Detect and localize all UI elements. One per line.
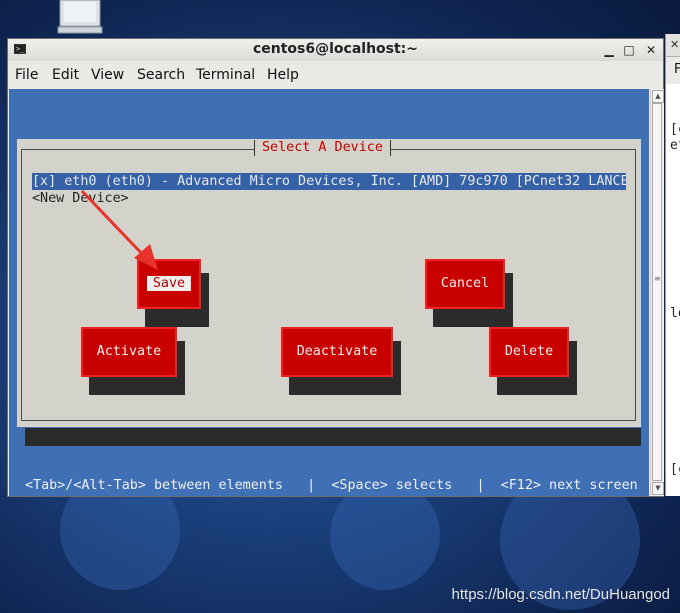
save-button-label: Save (146, 276, 192, 291)
scroll-up-arrow-icon[interactable]: ▲ (652, 90, 664, 103)
dialog-shadow (25, 428, 641, 446)
menu-bar: File Edit View Search Terminal Help (8, 61, 663, 90)
menu-view[interactable]: View (91, 61, 124, 89)
background-terminal-line: [c (670, 462, 680, 477)
cancel-button-face: Cancel (425, 259, 505, 309)
close-button[interactable]: ✕ (642, 41, 660, 59)
background-terminal-line: et (670, 138, 680, 153)
maximize-button[interactable]: □ (620, 41, 638, 59)
window-titlebar[interactable]: >_ centos6@localhost:~ ▁ □ ✕ (8, 39, 663, 62)
scrollbar-thumb[interactable] (652, 103, 662, 481)
cancel-button-label: Cancel (440, 276, 490, 291)
menu-edit[interactable]: Edit (52, 61, 79, 89)
background-terminal-area: [c et lo [c (666, 84, 680, 496)
scrollbar-grip-icon: ≡ (654, 274, 661, 283)
delete-button[interactable]: Delete (489, 327, 577, 395)
save-button[interactable]: Save (137, 259, 209, 327)
save-button-face: Save (137, 259, 201, 309)
computer-desktop-icon[interactable] (56, 0, 104, 34)
activate-button[interactable]: Activate (81, 327, 185, 395)
select-device-dialog: Select A Device [x] eth0 (eth0) - Advanc… (17, 139, 641, 427)
terminal-content[interactable]: Select A Device [x] eth0 (eth0) - Advanc… (9, 89, 649, 496)
minimize-button[interactable]: ▁ (600, 41, 618, 59)
delete-button-face: Delete (489, 327, 569, 377)
activate-button-face: Activate (81, 327, 177, 377)
device-list-item-new-device[interactable]: <New Device> (32, 190, 129, 207)
keyboard-help-line: <Tab>/<Alt-Tab> between elements | <Spac… (25, 478, 638, 493)
dialog-title: Select A Device (254, 139, 391, 157)
background-terminal-line: lo (670, 306, 680, 321)
background-window-menubar[interactable]: F (666, 57, 680, 83)
menu-file[interactable]: File (15, 61, 38, 89)
watermark-text: https://blog.csdn.net/DuHuangod (451, 586, 670, 603)
vertical-scrollbar[interactable]: ▲ ≡ ▼ (650, 89, 664, 496)
device-list-item-eth0[interactable]: [x] eth0 (eth0) - Advanced Micro Devices… (32, 173, 626, 190)
window-title: centos6@localhost:~ (252, 41, 419, 57)
scroll-down-arrow-icon[interactable]: ▼ (652, 482, 664, 495)
menu-search[interactable]: Search (137, 61, 185, 89)
menu-help[interactable]: Help (267, 61, 299, 89)
background-terminal-window[interactable]: ✕ F [c et lo [c (665, 34, 680, 496)
deactivate-button[interactable]: Deactivate (281, 327, 401, 395)
device-list[interactable]: [x] eth0 (eth0) - Advanced Micro Devices… (32, 173, 632, 209)
menu-terminal[interactable]: Terminal (196, 61, 255, 89)
terminal-window: >_ centos6@localhost:~ ▁ □ ✕ File Edit V… (7, 38, 664, 497)
cancel-button[interactable]: Cancel (425, 259, 515, 327)
deactivate-button-face: Deactivate (281, 327, 393, 377)
background-terminal-line: [c (670, 122, 680, 137)
activate-button-label: Activate (96, 344, 162, 359)
delete-button-label: Delete (504, 344, 554, 359)
background-window-titlebar[interactable]: ✕ (666, 34, 680, 57)
deactivate-button-label: Deactivate (296, 344, 378, 359)
